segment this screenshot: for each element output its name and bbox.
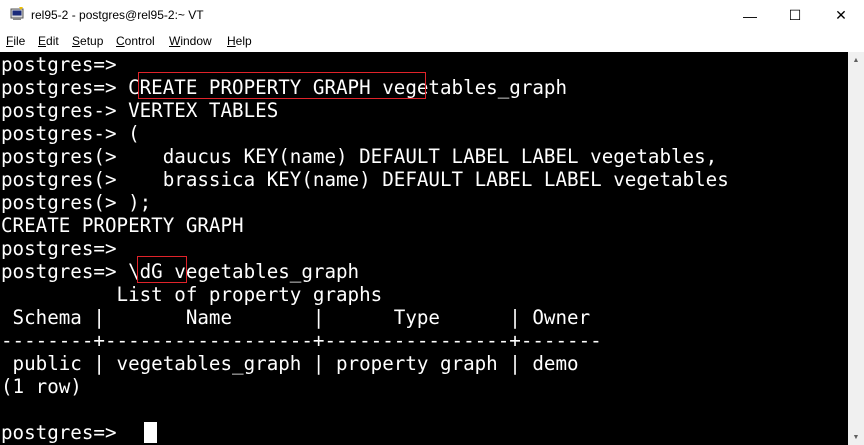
window-title: rel95-2 - postgres@rel95-2:~ VT [31, 8, 204, 22]
terminal-line: postgres(> brassica KEY(name) DEFAULT LA… [1, 168, 729, 191]
highlight-create-property-graph [138, 72, 426, 99]
terminal-line: postgres-> VERTEX TABLES [1, 99, 279, 122]
menu-edit[interactable]: Edit [38, 34, 59, 48]
terminal-line: --------+------------------+------------… [1, 329, 602, 352]
terminal-line: postgres(> ); [1, 191, 152, 214]
terminal-line: public | vegetables_graph | property gra… [1, 352, 579, 375]
terminal-line: List of property graphs [1, 283, 383, 306]
text-cursor [144, 422, 157, 443]
terminal-line: postgres=> [1, 421, 129, 444]
terminal-line: CREATE PROPERTY GRAPH [1, 214, 244, 237]
title-bar: rel95-2 - postgres@rel95-2:~ VT — ☐ ✕ [0, 0, 864, 31]
terminal-line: Schema | Name | Type | Owner [1, 306, 591, 329]
terminal-line: postgres(> daucus KEY(name) DEFAULT LABE… [1, 145, 718, 168]
terminal-line: postgres=> [1, 237, 117, 260]
menu-setup[interactable]: Setup [72, 34, 103, 48]
maximize-icon: ☐ [788, 7, 802, 23]
terminal-line: postgres-> ( [1, 122, 140, 145]
scroll-down-icon[interactable]: ▼ [848, 429, 864, 445]
putty-terminal-icon [10, 7, 24, 20]
vertical-scrollbar[interactable]: ▲ ▼ [848, 52, 864, 445]
minimize-icon: — [743, 7, 757, 24]
menu-help[interactable]: Help [227, 34, 252, 48]
close-icon: ✕ [835, 7, 847, 23]
menu-window[interactable]: Window [169, 34, 212, 48]
menu-control[interactable]: Control [116, 34, 155, 48]
terminal-line: (1 row) [1, 375, 82, 398]
close-button[interactable]: ✕ [818, 0, 864, 31]
terminal-screen[interactable]: postgres=> postgres=> CREATE PROPERTY GR… [0, 52, 848, 445]
scroll-up-icon[interactable]: ▲ [848, 52, 864, 68]
highlight-dg-command [137, 256, 187, 283]
terminal-line: postgres=> [1, 53, 117, 76]
menu-bar: File Edit Setup Control Window Help [0, 31, 864, 52]
maximize-button[interactable]: ☐ [772, 0, 818, 31]
minimize-button[interactable]: — [727, 0, 773, 31]
menu-file[interactable]: File [6, 34, 25, 48]
